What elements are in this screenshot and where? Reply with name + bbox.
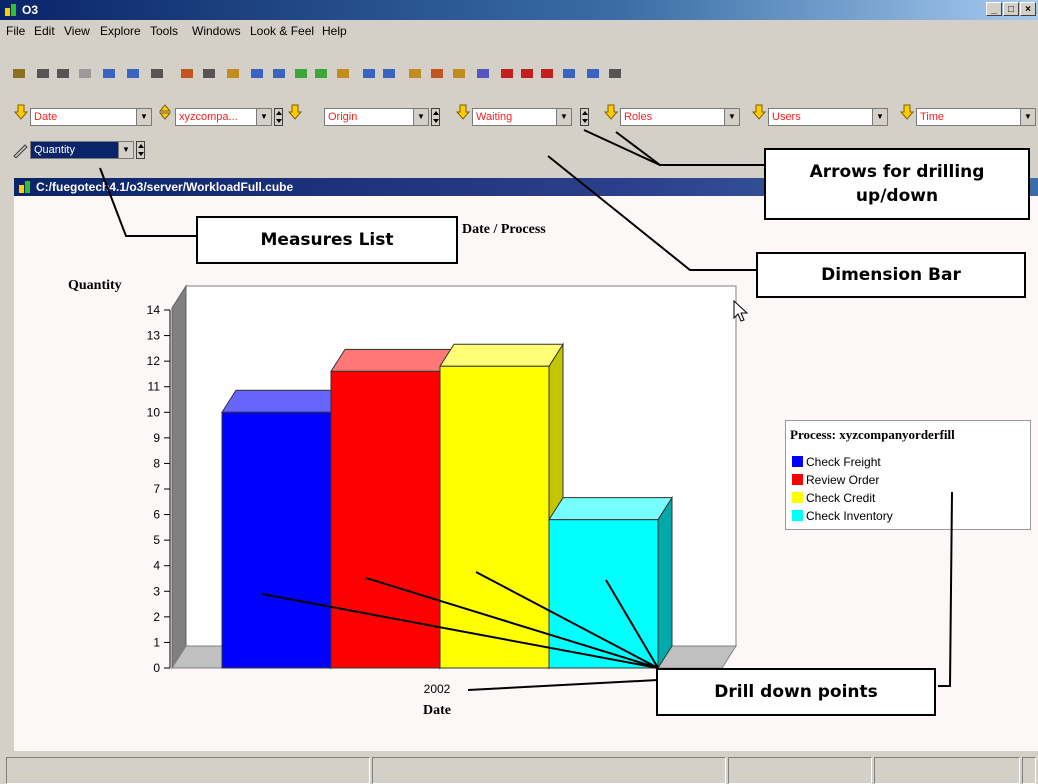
legend-item[interactable]: Review Order (792, 472, 879, 488)
bar-top (221, 389, 346, 413)
bar-chart[interactable]: 01234567891011121314Quantity2002Date (0, 0, 1038, 784)
y-tick-label: 14 (147, 303, 161, 317)
y-axis-label: Quantity (68, 278, 122, 293)
y-tick-label: 9 (153, 431, 160, 445)
status-bar (0, 751, 1038, 784)
area2-icon[interactable] (518, 64, 536, 82)
bar-check-inventory (548, 519, 659, 669)
combo-icon[interactable] (560, 64, 578, 82)
bar-side (657, 495, 673, 670)
chart-title: Date / Process (462, 222, 546, 237)
legend-swatch (792, 456, 803, 467)
bar-check-freight (221, 411, 332, 669)
scatter-icon[interactable] (380, 64, 398, 82)
legend-swatch (792, 474, 803, 485)
callout-drill-down: Drill down points (656, 668, 936, 716)
radar-icon[interactable] (538, 64, 556, 82)
bar-3d-icon[interactable] (406, 64, 424, 82)
y-tick-label: 10 (147, 405, 161, 419)
hbar-icon[interactable] (584, 64, 602, 82)
bar-top (330, 348, 455, 372)
y-tick-label: 4 (153, 559, 160, 573)
legend-item[interactable]: Check Credit (792, 490, 875, 506)
save-icon[interactable] (34, 64, 52, 82)
y-tick-label: 3 (153, 584, 160, 598)
legend-swatch (792, 492, 803, 503)
bar-top (548, 497, 673, 521)
y-tick-label: 0 (153, 661, 160, 675)
y-tick-label: 11 (148, 380, 161, 394)
y-tick-label: 2 (153, 610, 160, 624)
bar-chart-icon[interactable] (224, 64, 242, 82)
legend-swatch (792, 510, 803, 521)
check-outline-icon[interactable] (312, 64, 330, 82)
y-tick-label: 1 (153, 635, 160, 649)
open-icon[interactable] (10, 64, 28, 82)
y-tick-label: 6 (153, 508, 160, 522)
bar-check-credit (439, 365, 550, 669)
legend-item[interactable]: Check Freight (792, 454, 881, 470)
status-panel (6, 757, 370, 784)
print-icon[interactable] (54, 64, 72, 82)
x-axis-label: Date (423, 703, 451, 718)
y-tick-label: 7 (153, 482, 160, 496)
status-panel (1022, 757, 1036, 784)
callout-dimension-bar: Dimension Bar (756, 252, 1026, 298)
status-panel (372, 757, 726, 784)
filter-icon[interactable] (178, 64, 196, 82)
chart-side-wall (171, 284, 187, 670)
bar-review-order (330, 370, 441, 669)
callout-arrows: Arrows for drilling up/down (764, 148, 1030, 220)
back-icon[interactable] (100, 64, 118, 82)
list-icon[interactable] (606, 64, 624, 82)
callout-measures: Measures List (196, 216, 458, 264)
y-tick-label: 8 (153, 456, 160, 470)
table-icon[interactable] (200, 64, 218, 82)
line-chart-icon[interactable] (360, 64, 378, 82)
copy-icon[interactable] (76, 64, 94, 82)
x-tick-label: 2002 (424, 682, 451, 696)
area-icon[interactable] (498, 64, 516, 82)
y-tick-label: 12 (147, 354, 161, 368)
y-tick-label: 13 (147, 329, 161, 343)
bar-3d-percent-icon[interactable] (450, 64, 468, 82)
status-panel (728, 757, 872, 784)
line-icon[interactable] (270, 64, 288, 82)
stacked-bar-icon[interactable] (248, 64, 266, 82)
check-icon[interactable] (292, 64, 310, 82)
tree-icon[interactable] (148, 64, 166, 82)
y-tick-label: 5 (153, 533, 160, 547)
chart-legend: Process: xyzcompanyorderfill Check Freig… (785, 420, 1031, 530)
legend-title: Process: xyzcompanyorderfill (790, 427, 955, 442)
legend-item[interactable]: Check Inventory (792, 508, 893, 524)
bar-top (439, 343, 564, 367)
grid-icon[interactable] (334, 64, 352, 82)
pie-icon[interactable] (474, 64, 492, 82)
forward-icon[interactable] (124, 64, 142, 82)
bar-3d-stacked-icon[interactable] (428, 64, 446, 82)
status-panel (874, 757, 1020, 784)
